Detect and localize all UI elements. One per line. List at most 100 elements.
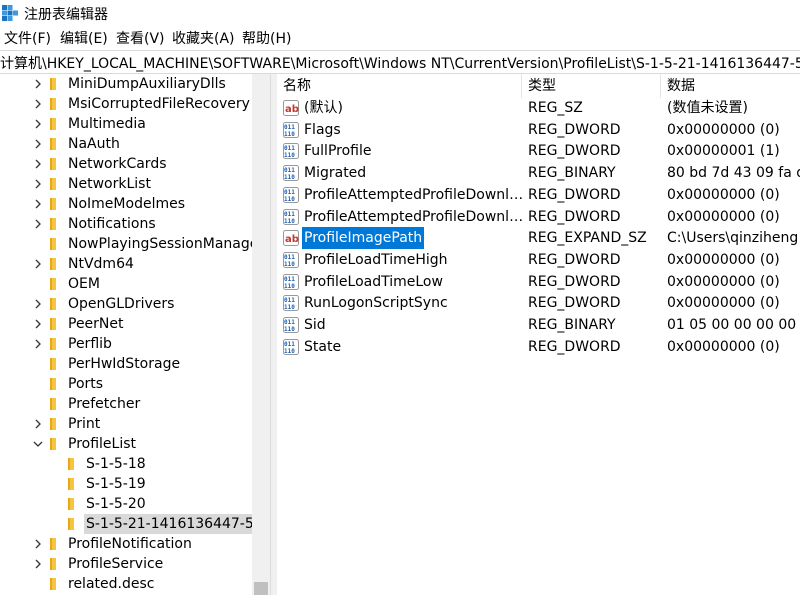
chevron-right-icon[interactable] [32,78,44,90]
folder-icon [50,98,56,110]
value-name: ProfileAttemptedProfileDownlo... [304,186,526,203]
chevron-right-icon[interactable] [32,218,44,230]
value-row[interactable]: 011 110 Sid REG_BINARY 01 05 00 00 00 00 0 [277,314,800,336]
tree-item[interactable]: NtVdm64 [0,254,252,274]
menu-view[interactable]: 查看(V) [116,28,165,48]
value-type: REG_DWORD [528,251,621,268]
menu-file[interactable]: 文件(F) [4,28,51,48]
tree-item[interactable]: Prefetcher [0,394,252,414]
tree-item[interactable]: NetworkList [0,174,252,194]
registry-editor-icon [2,5,18,21]
chevron-down-icon[interactable] [32,438,44,450]
folder-icon [50,538,56,550]
tree-item[interactable]: OpenGLDrivers [0,294,252,314]
menu-favorites[interactable]: 收藏夹(A) [172,28,235,48]
tree-item[interactable]: ProfileService [0,554,252,574]
tree-scrollbar[interactable] [252,74,270,595]
chevron-right-icon[interactable] [32,98,44,110]
tree-item-label: related.desc [68,576,155,592]
address-path[interactable]: 计算机\HKEY_LOCAL_MACHINE\SOFTWARE\Microsof… [0,53,800,73]
chevron-right-icon[interactable] [32,418,44,430]
tree-item-label: MsiCorruptedFileRecovery [68,96,250,112]
value-row[interactable]: ab (默认) REG_SZ (数值未设置) [277,97,800,119]
menu-help[interactable]: 帮助(H) [242,28,291,48]
value-row[interactable]: 011 110 ProfileLoadTimeLow REG_DWORD 0x00000… [277,271,800,293]
menu-edit[interactable]: 编辑(E) [60,28,108,48]
chevron-right-icon[interactable] [32,258,44,270]
svg-text:110: 110 [284,326,295,333]
column-header-name[interactable]: 名称 [277,74,522,98]
value-row[interactable]: 011 110 ProfileAttemptedProfileDownlo... RE… [277,206,800,228]
tree-item[interactable]: PerHwIdStorage [0,354,252,374]
column-header-data[interactable]: 数据 [661,74,800,98]
tree-item[interactable]: PeerNet [0,314,252,334]
folder-icon [50,338,56,350]
tree-item[interactable]: Multimedia [0,114,252,134]
tree-item[interactable]: ProfileNotification [0,534,252,554]
tree-item[interactable]: NowPlayingSessionManage [0,234,252,254]
value-data: 0x00000000 (0) [667,273,780,290]
folder-icon [50,138,56,150]
tree-item[interactable]: S-1-5-18 [0,454,252,474]
folder-icon [50,298,56,310]
value-data: 0x00000000 (0) [667,208,780,225]
value-type: REG_DWORD [528,121,621,138]
binary-value-icon: 011110 [283,186,299,203]
pane-splitter[interactable] [270,74,277,595]
tree-item-label: S-1-5-19 [86,476,146,492]
value-row[interactable]: 011 110 RunLogonScriptSync REG_DWORD 0x00000… [277,292,800,314]
value-data: 0x00000001 (1) [667,143,780,160]
folder-icon [50,378,56,390]
chevron-right-icon[interactable] [32,558,44,570]
value-data: 80 bd 7d 43 09 fa d [667,165,800,182]
value-row[interactable]: 011 110 Flags REG_DWORD 0x00000000 (0) [277,119,800,141]
tree-item[interactable]: ProfileList [0,434,252,454]
value-name: State [304,338,342,355]
value-row[interactable]: 011 110 ProfileAttemptedProfileDownlo... RE… [277,184,800,206]
tree-item[interactable]: Notifications [0,214,252,234]
tree-item[interactable]: MsiCorruptedFileRecovery [0,94,252,114]
tree-item[interactable]: OEM [0,274,252,294]
value-row[interactable]: 011 110 FullProfile REG_DWORD 0x00000001 (1) [277,140,800,162]
value-type: REG_SZ [528,100,583,116]
chevron-right-icon[interactable] [32,158,44,170]
tree-item-label: NetworkCards [68,156,167,172]
tree-item[interactable]: S-1-5-19 [0,474,252,494]
tree-item[interactable]: Perflib [0,334,252,354]
tree-item[interactable]: Ports [0,374,252,394]
binary-value-icon: 011110 [283,317,299,333]
tree-item[interactable]: NetworkCards [0,154,252,174]
value-row[interactable]: 011 110 Migrated REG_BINARY 80 bd 7d 43 09 f… [277,162,800,184]
scrollbar-thumb[interactable] [254,582,268,595]
svg-text:110: 110 [284,348,295,355]
tree-item[interactable]: S-1-5-20 [0,494,252,514]
value-row[interactable]: 011 110 ProfileLoadTimeHigh REG_DWORD 0x0000… [277,249,800,271]
tree-item[interactable]: NaAuth [0,134,252,154]
chevron-right-icon[interactable] [32,138,44,150]
chevron-right-icon[interactable] [32,118,44,130]
value-data: 0x00000000 (0) [667,121,780,138]
tree-item-label: ProfileNotification [68,536,192,552]
svg-text:110: 110 [284,261,295,268]
address-bar[interactable]: 计算机\HKEY_LOCAL_MACHINE\SOFTWARE\Microsof… [0,50,800,74]
column-header-type[interactable]: 类型 [522,74,661,98]
tree-item[interactable]: S-1-5-21-1416136447-5 [0,514,252,534]
svg-text:011: 011 [284,211,295,218]
value-row[interactable]: 011 110 State REG_DWORD 0x00000000 (0) [277,336,800,358]
chevron-right-icon[interactable] [32,318,44,330]
chevron-right-icon[interactable] [32,178,44,190]
chevron-right-icon[interactable] [32,338,44,350]
string-value-icon: ab [283,230,299,247]
tree-item[interactable]: Print [0,414,252,434]
chevron-right-icon[interactable] [32,538,44,550]
value-row[interactable]: ab ProfileImagePath REG_EXPAND_SZ C:\Users\… [277,227,800,250]
tree-item[interactable]: NoImeModelmes [0,194,252,214]
tree-item[interactable]: related.desc [0,574,252,594]
value-type: REG_BINARY [528,165,616,182]
chevron-right-icon[interactable] [32,198,44,210]
binary-value-icon: 011110 [283,338,299,355]
chevron-right-icon[interactable] [32,298,44,310]
folder-icon [50,438,56,450]
folder-icon [50,418,56,430]
tree-item[interactable]: MiniDumpAuxiliaryDlls [0,74,252,94]
